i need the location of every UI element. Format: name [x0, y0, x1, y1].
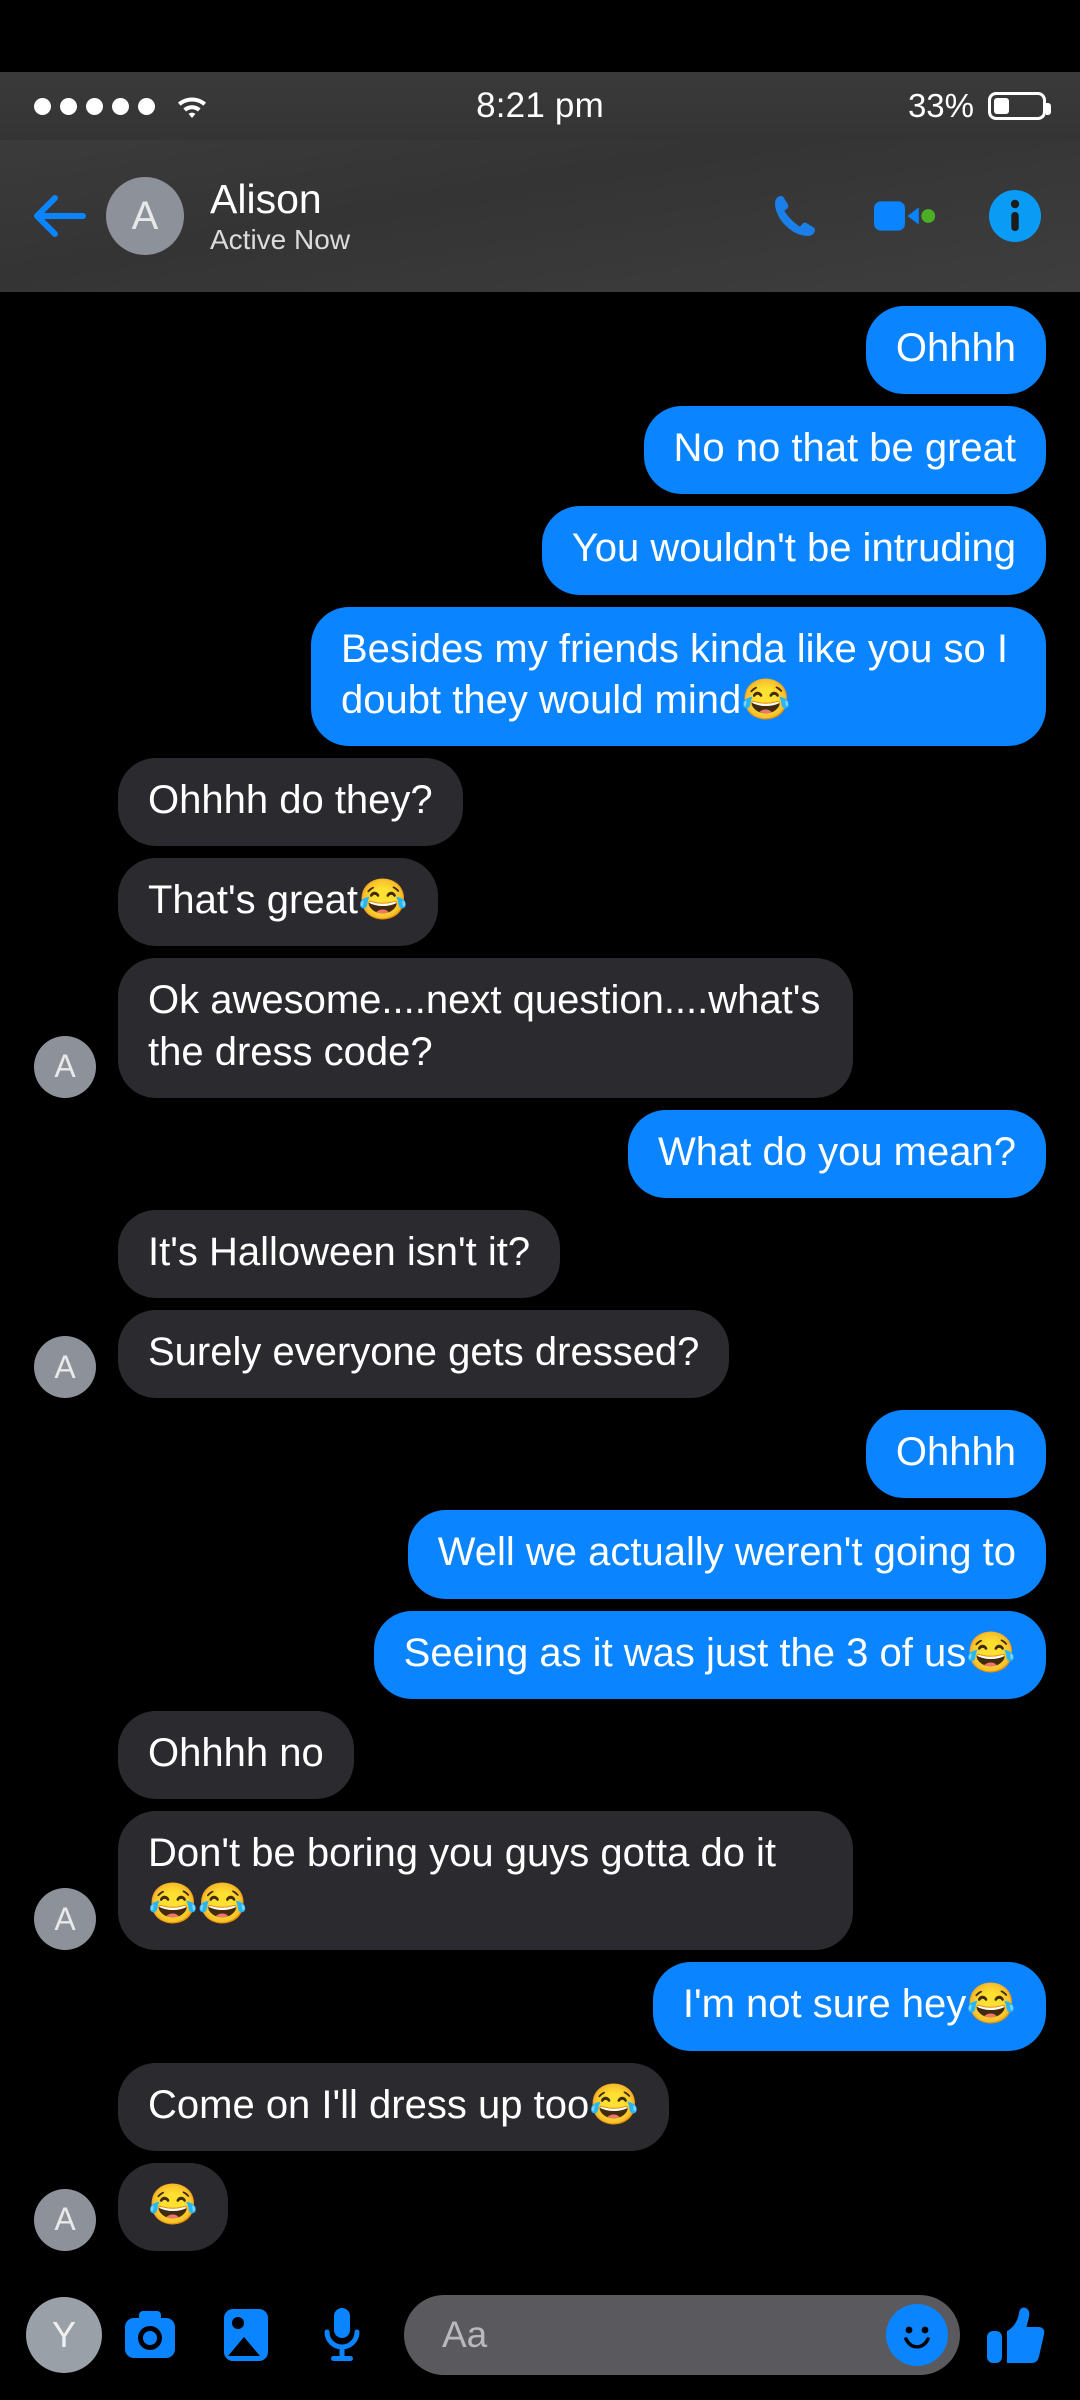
- chat-title-block[interactable]: Alison Active Now: [210, 175, 351, 255]
- message-row: A Don't be boring you guys gotta do it 😂😂: [0, 1811, 1080, 1951]
- microphone-icon[interactable]: [294, 2297, 390, 2373]
- message-thread[interactable]: Ohhhh No no that be great You wouldn't be …: [0, 292, 1080, 2270]
- message-row: A Ok awesome....next question....what's t…: [0, 958, 1080, 1098]
- outgoing-message-bubble[interactable]: Seeing as it was just the 3 of us😂: [373, 1610, 1046, 1699]
- message-row: What do you mean?: [0, 1109, 1080, 1198]
- voice-call-icon[interactable]: [764, 185, 826, 247]
- signal-strength-icon: [34, 97, 155, 115]
- info-icon[interactable]: [984, 185, 1046, 247]
- avatar-spacer: [34, 2089, 96, 2151]
- message-row: Ohhhh do they?: [0, 757, 1080, 847]
- wifi-icon: [175, 93, 209, 119]
- message-row: Well we actually weren't going to: [0, 1510, 1080, 1599]
- sender-avatar[interactable]: A: [34, 2188, 96, 2251]
- messenger-chat-screen: 8:21 pm 33% A Alison Active Now Ohhhh No…: [0, 0, 1080, 2400]
- incoming-message-bubble[interactable]: Surely everyone gets dressed?: [118, 1310, 730, 1399]
- smiley-icon[interactable]: [886, 2304, 948, 2366]
- message-row: Ohhhh: [0, 1410, 1080, 1499]
- message-row: That's great😂: [0, 858, 1080, 947]
- outgoing-message-bubble[interactable]: Ohhhh: [865, 1410, 1046, 1499]
- incoming-message-bubble[interactable]: 😂: [118, 2162, 228, 2251]
- video-call-icon[interactable]: [874, 185, 936, 247]
- avatar[interactable]: A: [106, 177, 184, 255]
- page-title: Alison: [210, 175, 322, 222]
- presence-status: Active Now: [210, 223, 351, 255]
- sender-avatar[interactable]: A: [34, 1035, 96, 1098]
- thumbs-up-icon[interactable]: [974, 2297, 1054, 2373]
- composer-avatar[interactable]: Y: [26, 2297, 102, 2373]
- sender-avatar[interactable]: A: [34, 1888, 96, 1951]
- outgoing-message-bubble[interactable]: Ohhhh: [865, 306, 1046, 395]
- incoming-message-bubble[interactable]: Don't be boring you guys gotta do it 😂😂: [118, 1811, 853, 1951]
- outgoing-message-bubble[interactable]: Well we actually weren't going to: [407, 1510, 1046, 1599]
- message-row: Ohhhh: [0, 306, 1080, 395]
- status-bar: 8:21 pm 33%: [0, 72, 1080, 140]
- outgoing-message-bubble[interactable]: Besides my friends kinda like you so I d…: [311, 606, 1046, 746]
- avatar-spacer: [34, 784, 96, 846]
- message-row: You wouldn't be intruding: [0, 506, 1080, 595]
- incoming-message-bubble[interactable]: Ok awesome....next question....what's th…: [118, 958, 853, 1098]
- message-row: Ohhhh no: [0, 1710, 1080, 1799]
- incoming-message-bubble[interactable]: Ohhhh no: [118, 1710, 354, 1799]
- message-row: I'm not sure hey😂: [0, 1962, 1080, 2051]
- back-arrow-icon[interactable]: [28, 185, 90, 247]
- outgoing-message-bubble[interactable]: You wouldn't be intruding: [541, 506, 1046, 595]
- incoming-message-bubble[interactable]: Ohhhh do they?: [118, 757, 463, 847]
- chat-header: A Alison Active Now: [0, 140, 1080, 292]
- battery-percent-label: 33%: [907, 87, 974, 124]
- notch-area: [0, 0, 1080, 72]
- outgoing-message-bubble[interactable]: I'm not sure hey😂: [652, 1962, 1046, 2051]
- outgoing-message-bubble[interactable]: No no that be great: [643, 406, 1046, 495]
- search-input[interactable]: Aa: [442, 2314, 886, 2356]
- message-row: A 😂: [0, 2162, 1080, 2251]
- message-row: A Surely everyone gets dressed?: [0, 1310, 1080, 1399]
- battery-icon: [988, 92, 1051, 120]
- message-row: Come on I'll dress up too😂: [0, 2062, 1080, 2151]
- incoming-message-bubble[interactable]: That's great😂: [118, 858, 438, 947]
- message-row: Besides my friends kinda like you so I d…: [0, 606, 1080, 746]
- message-row: Seeing as it was just the 3 of us😂: [0, 1610, 1080, 1699]
- message-row: It's Halloween isn't it?: [0, 1209, 1080, 1299]
- message-row: No no that be great: [0, 406, 1080, 495]
- gallery-icon[interactable]: [198, 2297, 294, 2373]
- avatar-spacer: [34, 884, 96, 946]
- camera-icon[interactable]: [102, 2297, 198, 2373]
- avatar-spacer: [34, 1236, 96, 1298]
- status-bar-left: [34, 93, 209, 119]
- composer-bar: Y Aa: [0, 2270, 1080, 2400]
- incoming-message-bubble[interactable]: It's Halloween isn't it?: [118, 1209, 561, 1299]
- sender-avatar[interactable]: A: [34, 1336, 96, 1399]
- avatar-spacer: [34, 1737, 96, 1799]
- message-input-pill[interactable]: Aa: [404, 2295, 960, 2375]
- incoming-message-bubble[interactable]: Come on I'll dress up too😂: [118, 2062, 669, 2151]
- outgoing-message-bubble[interactable]: What do you mean?: [628, 1109, 1046, 1198]
- header-actions: [764, 185, 1046, 247]
- status-bar-right: 33%: [907, 87, 1051, 125]
